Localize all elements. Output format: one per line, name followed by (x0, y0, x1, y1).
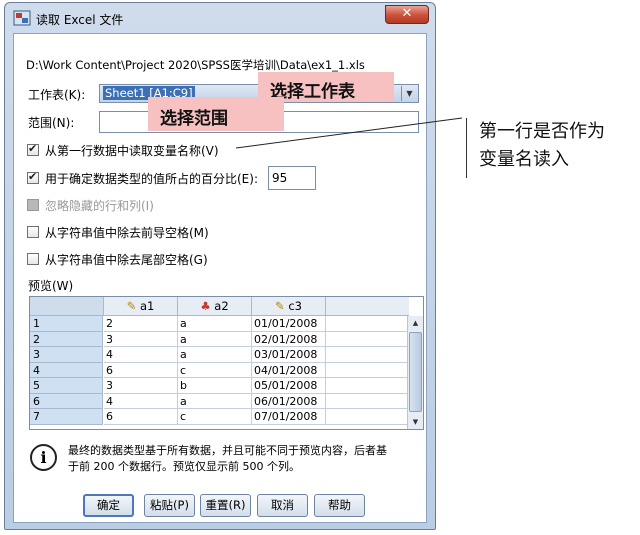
row-filler (326, 347, 409, 363)
info-message: 最终的数据类型基于所有数据，并且可能不同于预览内容，后者基 于前 200 个数据… (68, 443, 387, 474)
table-cell: 03/01/2008 (252, 347, 326, 363)
close-button[interactable]: ✕ (385, 5, 429, 24)
table-cell: 3 (104, 331, 178, 347)
scroll-thumb[interactable] (409, 332, 422, 412)
first-row-names-label[interactable]: 从第一行数据中读取变量名称(V) (45, 142, 219, 159)
paste-button[interactable]: 粘贴(P) (144, 494, 195, 517)
scroll-down-icon[interactable]: ▼ (408, 415, 423, 429)
table-cell: 4 (104, 393, 178, 409)
spss-app-icon (13, 10, 31, 26)
file-path: D:\Work Content\Project 2020\SPSS医学培训\Da… (26, 58, 365, 72)
table-cell: 02/01/2008 (252, 331, 326, 347)
row-number[interactable]: 2 (30, 331, 103, 347)
table-cell: 05/01/2008 (252, 378, 326, 394)
info-line-2: 于前 200 个数据行。预览仅显示前 500 个列。 (68, 459, 300, 473)
nominal-icon: ♣ (200, 299, 211, 313)
table-cell: 4 (104, 347, 178, 363)
window-title: 读取 Excel 文件 (36, 13, 124, 27)
row-number[interactable]: 7 (30, 409, 103, 425)
title-bar[interactable]: 读取 Excel 文件 ✕ (5, 3, 435, 33)
percent-values-checkbox[interactable] (27, 170, 39, 184)
table-cell: 2 (104, 316, 178, 332)
first-row-names-checkbox[interactable] (27, 142, 39, 156)
cancel-button[interactable]: 取消 (257, 494, 308, 517)
row-number[interactable]: 4 (30, 362, 103, 378)
table-cell: a (178, 316, 252, 332)
ignore-hidden-checkbox (27, 199, 39, 211)
range-label: 范围(N): (28, 116, 75, 130)
table-cell: a (178, 393, 252, 409)
header-corner (30, 297, 104, 316)
row-filler (326, 316, 409, 332)
annotation-select-range: 选择范围 (148, 97, 284, 131)
table-cell: b (178, 378, 252, 394)
table-cell: c (178, 362, 252, 378)
row-number[interactable]: 3 (30, 347, 103, 363)
percent-values-label[interactable]: 用于确定数据类型的值所占的百分比(E): (45, 170, 258, 187)
ignore-hidden-label: 忽略隐藏的行和列(I) (45, 199, 154, 213)
annotation-first-row: 第一行是否作为 变量名读入 (466, 118, 636, 178)
table-cell: 04/01/2008 (252, 362, 326, 378)
table-cell: 06/01/2008 (252, 393, 326, 409)
worksheet-label: 工作表(K): (28, 88, 86, 102)
column-header-a2[interactable]: ♣ a2 (178, 297, 252, 316)
column-header-a1[interactable]: ✎ a1 (104, 297, 178, 316)
ok-button[interactable]: 确定 (83, 494, 134, 517)
scale-date-icon: ✎ (275, 299, 285, 313)
row-filler (326, 332, 409, 347)
chevron-down-icon[interactable]: ▼ (401, 86, 417, 101)
scroll-up-icon[interactable]: ▲ (408, 316, 423, 330)
help-button[interactable]: 帮助 (314, 494, 365, 517)
row-filler (326, 394, 409, 409)
ruler-icon: ✎ (126, 299, 137, 313)
row-filler (326, 409, 409, 425)
table-cell: 07/01/2008 (252, 409, 326, 425)
row-number[interactable]: 5 (30, 378, 103, 394)
row-number[interactable]: 6 (30, 393, 103, 409)
preview-label: 预览(W) (28, 279, 74, 293)
table-cell: a (178, 347, 252, 363)
percent-input[interactable]: 95 (268, 166, 316, 190)
info-icon: i (30, 444, 57, 471)
strip-trailing-checkbox[interactable] (27, 253, 39, 265)
table-cell: a (178, 331, 252, 347)
preview-table[interactable]: ✎ a1 ♣ a2 ✎ c3 1 2 a 01/01/2008 2 3 a 02/01/200… (29, 296, 424, 430)
info-line-1: 最终的数据类型基于所有数据，并且可能不同于预览内容，后者基 (68, 444, 387, 457)
table-cell: 3 (104, 378, 178, 394)
column-header-c3[interactable]: ✎ c3 (252, 297, 326, 316)
strip-leading-checkbox[interactable] (27, 226, 39, 238)
row-filler (326, 378, 409, 394)
reset-button[interactable]: 重置(R) (200, 494, 251, 517)
table-cell: 6 (104, 362, 178, 378)
table-cell: c (178, 409, 252, 425)
vertical-scrollbar[interactable]: ▲ ▼ (407, 316, 423, 429)
table-cell: 6 (104, 409, 178, 425)
strip-leading-label[interactable]: 从字符串值中除去前导空格(M) (45, 224, 209, 241)
strip-trailing-label[interactable]: 从字符串值中除去尾部空格(G) (45, 251, 208, 268)
row-filler (326, 363, 409, 378)
row-number[interactable]: 1 (30, 316, 103, 332)
header-filler (326, 297, 409, 316)
table-cell: 01/01/2008 (252, 316, 326, 332)
